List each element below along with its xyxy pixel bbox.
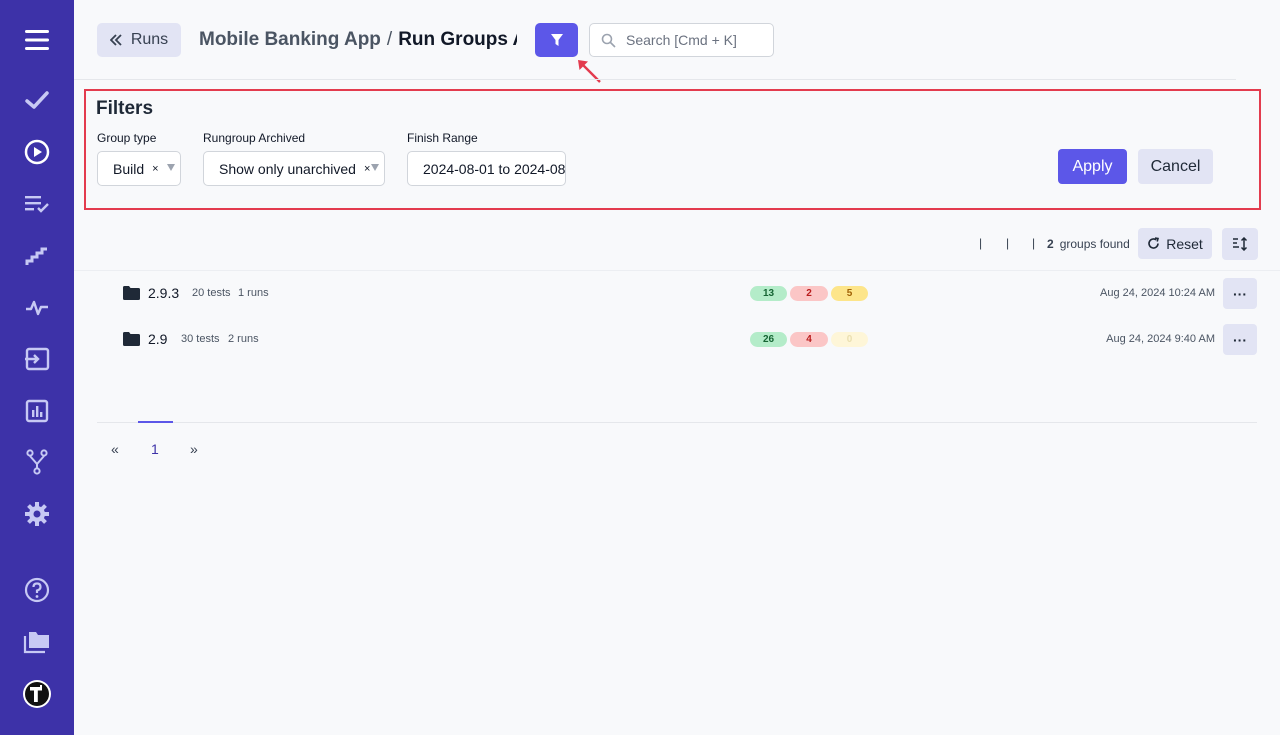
search-placeholder: Search [Cmd + K] xyxy=(626,32,737,48)
failed-badge: 4 xyxy=(790,332,828,347)
search-input[interactable]: Search [Cmd + K] xyxy=(589,23,774,57)
archived-select[interactable]: Show only unarchived × xyxy=(203,151,385,186)
header-divider xyxy=(74,79,1236,80)
skipped-badge: 5 xyxy=(831,286,868,301)
filter-icon xyxy=(550,34,563,46)
import-icon[interactable] xyxy=(0,339,74,379)
toolbar-separator: | xyxy=(1032,236,1036,250)
menu-icon[interactable] xyxy=(0,20,74,60)
help-icon[interactable] xyxy=(0,570,74,610)
logo-icon[interactable] xyxy=(0,674,74,714)
reset-label: Reset xyxy=(1166,235,1203,252)
back-button-label: Runs xyxy=(130,31,169,48)
archived-value: Show only unarchived xyxy=(219,160,356,177)
failed-badge: 2 xyxy=(790,286,828,301)
apply-button[interactable]: Apply xyxy=(1058,149,1127,184)
annotation-arrow-icon xyxy=(578,60,601,83)
groups-found-label: groups found xyxy=(1059,237,1130,251)
branch-icon[interactable] xyxy=(0,442,74,482)
group-type-value: Build xyxy=(113,160,145,177)
back-to-runs-button[interactable]: Runs xyxy=(97,23,181,57)
checklist-icon[interactable] xyxy=(0,184,74,224)
refresh-icon xyxy=(1148,237,1160,249)
group-name[interactable]: 2.9 xyxy=(148,331,167,347)
groups-count: 2 xyxy=(1047,237,1054,251)
folder-icon xyxy=(123,332,140,346)
page-title: Run Groups Arc xyxy=(398,29,517,50)
passed-badge: 26 xyxy=(750,332,787,347)
pagination-active-indicator xyxy=(138,421,173,423)
search-icon xyxy=(601,33,616,48)
reset-button[interactable]: Reset xyxy=(1138,228,1212,259)
filters-title: Filters xyxy=(96,98,154,119)
group-tests-count: 30 tests xyxy=(181,333,220,345)
pulse-icon[interactable] xyxy=(0,288,74,328)
more-options-button[interactable]: ··· xyxy=(1223,278,1257,309)
analytics-icon[interactable] xyxy=(0,391,74,431)
group-row-2-9[interactable]: 2.9 30 tests 2 runs 26 4 0 Aug 24, 2024 … xyxy=(74,316,1280,362)
passed-badge: 13 xyxy=(750,286,787,301)
finish-range-input[interactable]: 2024-08-01 to 2024-08- xyxy=(407,151,566,186)
folder-icon xyxy=(123,286,140,300)
pagination-prev[interactable]: « xyxy=(111,441,119,457)
toolbar-separator: | xyxy=(979,236,983,250)
finish-range-label: Finish Range xyxy=(407,131,478,145)
archived-label: Rungroup Archived xyxy=(203,131,306,145)
settings-icon[interactable] xyxy=(0,494,74,534)
checkmark-icon[interactable] xyxy=(0,80,74,120)
toolbar-separator: | xyxy=(1006,236,1010,250)
sidebar xyxy=(0,0,74,735)
pagination-next[interactable]: » xyxy=(190,441,198,457)
pagination-divider xyxy=(97,422,1257,423)
play-circle-icon[interactable] xyxy=(0,132,74,172)
group-type-select[interactable]: Build × xyxy=(97,151,181,186)
skipped-badge: 0 xyxy=(831,332,868,347)
sort-button[interactable] xyxy=(1222,228,1258,260)
chevron-down-icon xyxy=(371,164,379,171)
breadcrumb: Mobile Banking App/Run Groups Arc xyxy=(199,29,517,53)
cancel-button[interactable]: Cancel xyxy=(1138,149,1213,184)
breadcrumb-separator: / xyxy=(386,29,393,50)
group-runs-count: 1 runs xyxy=(238,287,269,299)
group-type-label: Group type xyxy=(97,131,157,145)
more-options-button[interactable]: ··· xyxy=(1223,324,1257,355)
group-date: Aug 24, 2024 9:40 AM xyxy=(1106,333,1215,345)
double-chevron-left-icon xyxy=(109,34,122,46)
group-type-clear[interactable]: × xyxy=(152,163,158,175)
group-row-2-9-3[interactable]: 2.9.3 20 tests 1 runs 13 2 5 Aug 24, 202… xyxy=(74,270,1280,316)
pagination-page-1[interactable]: 1 xyxy=(151,441,159,457)
breadcrumb-project[interactable]: Mobile Banking App xyxy=(199,29,381,50)
filter-toggle-button[interactable] xyxy=(535,23,578,57)
groups-found-count: 2 groups found xyxy=(1047,237,1130,251)
group-tests-count: 20 tests xyxy=(192,287,231,299)
group-date: Aug 24, 2024 10:24 AM xyxy=(1100,287,1215,299)
archived-clear[interactable]: × xyxy=(364,163,370,175)
group-name[interactable]: 2.9.3 xyxy=(148,285,179,301)
group-runs-count: 2 runs xyxy=(228,333,259,345)
folders-icon[interactable] xyxy=(0,622,74,662)
steps-icon[interactable] xyxy=(0,236,74,276)
chevron-down-icon xyxy=(167,164,175,171)
sort-icon xyxy=(1233,237,1248,251)
finish-range-value: 2024-08-01 to 2024-08- xyxy=(423,160,566,177)
